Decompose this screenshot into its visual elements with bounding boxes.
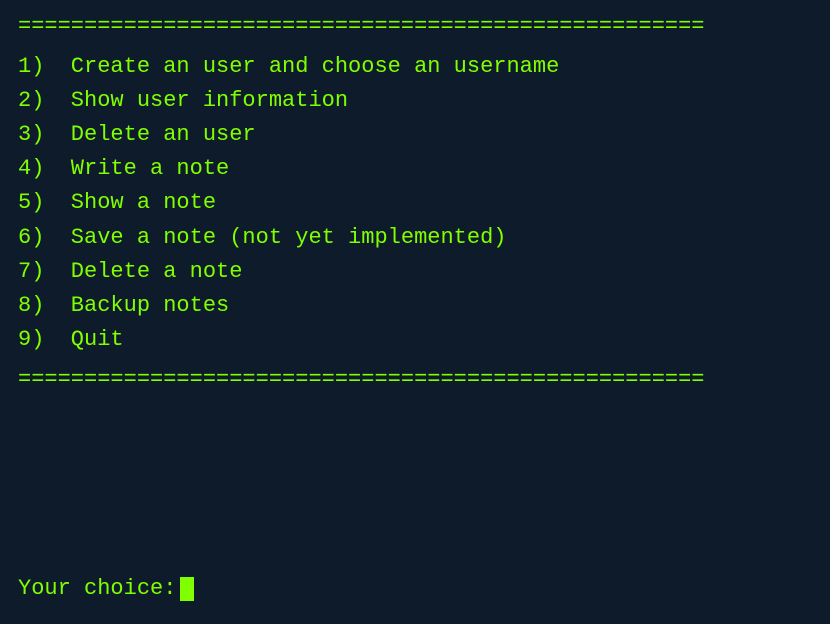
prompt-line[interactable]: Your choice: bbox=[18, 572, 812, 606]
menu-item-4: 4) Write a note bbox=[18, 152, 812, 186]
prompt-label: Your choice: bbox=[18, 572, 176, 606]
bottom-divider: ========================================… bbox=[18, 363, 812, 397]
menu-item-8: 8) Backup notes bbox=[18, 289, 812, 323]
menu-item-5: 5) Show a note bbox=[18, 186, 812, 220]
menu-item-1: 1) Create an user and choose an username bbox=[18, 50, 812, 84]
menu-item-2: 2) Show user information bbox=[18, 84, 812, 118]
menu-item-7: 7) Delete a note bbox=[18, 255, 812, 289]
menu-list: 1) Create an user and choose an username… bbox=[18, 50, 812, 357]
menu-item-3: 3) Delete an user bbox=[18, 118, 812, 152]
menu-item-9: 9) Quit bbox=[18, 323, 812, 357]
cursor-block bbox=[180, 577, 194, 601]
top-divider: ========================================… bbox=[18, 10, 812, 44]
menu-item-6: 6) Save a note (not yet implemented) bbox=[18, 221, 812, 255]
